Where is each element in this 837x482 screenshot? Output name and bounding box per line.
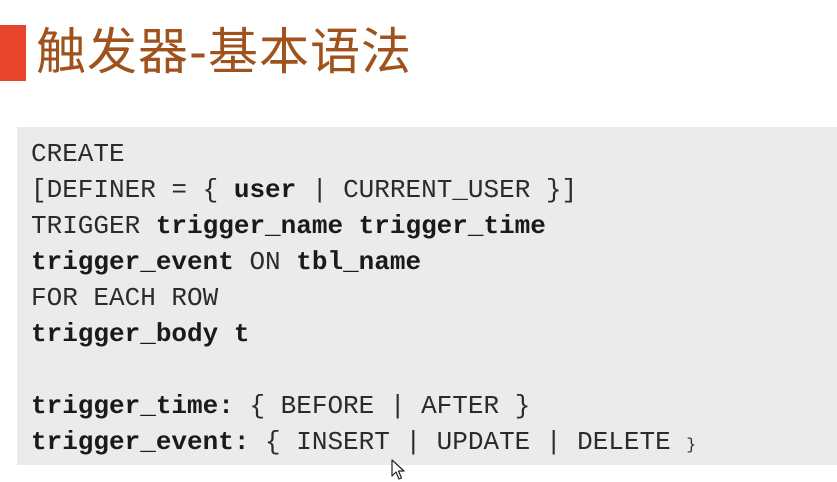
code-keyword: trigger_time: <box>31 391 234 421</box>
code-line-4: trigger_event ON tbl_name <box>31 244 696 280</box>
code-keyword: user <box>233 175 297 205</box>
mouse-pointer-icon <box>391 459 405 480</box>
code-keyword: trigger_name trigger_time <box>155 211 546 241</box>
code-keyword: tbl_name <box>296 247 422 277</box>
code-text: [DEFINER = { <box>31 175 234 205</box>
code-line-9: trigger_event: { INSERT | UPDATE | DELET… <box>31 424 696 460</box>
title-accent-bar <box>0 25 26 81</box>
code-line-8: trigger_time: { BEFORE | AFTER } <box>31 388 696 424</box>
slide-title: 触发器-基本语法 <box>36 23 413 81</box>
code-keyword: trigger_event <box>31 247 234 277</box>
slide: 触发器-基本语法 CREATE [DEFINER = { user | CURR… <box>0 0 837 482</box>
code-text: ON <box>233 247 297 277</box>
code-text: FOR EACH ROW <box>31 283 219 313</box>
code-line-2: [DEFINER = { user | CURRENT_USER }] <box>31 172 696 208</box>
code-keyword: trigger_body t <box>31 319 250 349</box>
code-line-6: trigger_body t <box>31 316 696 352</box>
code-block: CREATE [DEFINER = { user | CURRENT_USER … <box>31 136 696 460</box>
code-text: { INSERT | UPDATE | DELETE <box>249 427 687 457</box>
code-text: } <box>686 436 696 454</box>
code-text: TRIGGER <box>31 211 156 241</box>
code-text: CREATE <box>31 139 125 169</box>
code-line-3: TRIGGER trigger_name trigger_time <box>31 208 696 244</box>
code-line-1: CREATE <box>31 136 696 172</box>
code-text: | CURRENT_USER }] <box>296 175 578 205</box>
code-line-5: FOR EACH ROW <box>31 280 696 316</box>
code-line-7-blank <box>31 352 696 388</box>
code-keyword: trigger_event: <box>31 427 250 457</box>
code-text: { BEFORE | AFTER } <box>233 391 531 421</box>
